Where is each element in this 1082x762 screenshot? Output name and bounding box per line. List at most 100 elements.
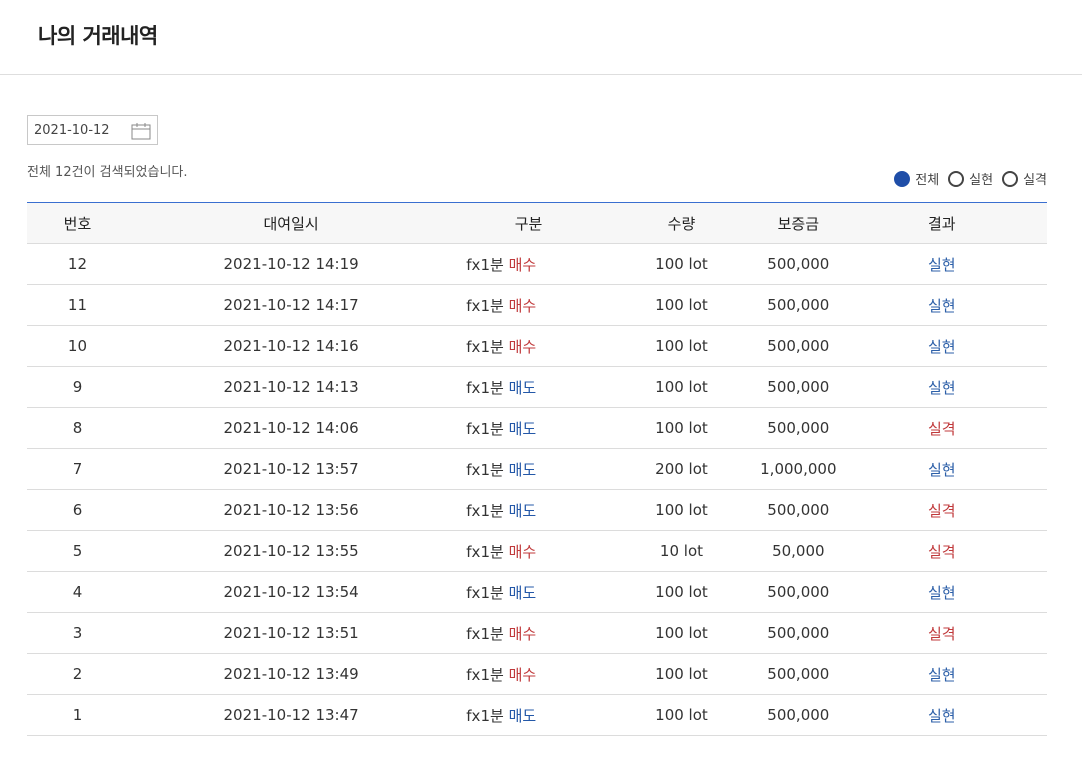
header-number: 번호: [27, 202, 128, 244]
row-quantity: 100 lot: [602, 407, 761, 449]
row-date: 2021-10-12 13:54: [127, 571, 455, 613]
trade-history-table: 번호 대여일시 구분 수량 보증금 결과 12 2021-10-12 14:19 f…: [27, 202, 1047, 736]
row-side: 매도: [508, 460, 537, 479]
row-number: 3: [27, 612, 128, 654]
row-date: 2021-10-12 14:16: [127, 325, 455, 367]
row-margin: 500,000: [760, 366, 837, 408]
row-date: 2021-10-12 13:49: [127, 653, 455, 695]
header-type: 구분: [454, 202, 603, 244]
row-side: 매수: [508, 255, 537, 274]
radio-failed-icon[interactable]: [1002, 170, 1019, 187]
row-side: 매수: [508, 542, 537, 561]
row-margin: 500,000: [760, 407, 837, 449]
row-type: fx1분 매수: [454, 243, 603, 285]
row-type: fx1분 매수: [454, 284, 603, 326]
row-result-text: 실현: [927, 337, 956, 356]
row-margin: 50,000: [760, 530, 837, 572]
row-date: 2021-10-12 13:57: [127, 448, 455, 490]
row-type-prefix: fx1분: [466, 583, 504, 602]
table-row: 8 2021-10-12 14:06 fx1분 매도 100 lot 500,000 실격: [27, 407, 1047, 449]
row-type: fx1분 매수: [454, 530, 603, 572]
row-margin: 500,000: [760, 694, 837, 736]
row-result: 실격: [836, 489, 1047, 531]
row-result: 실격: [836, 530, 1047, 572]
row-date: 2021-10-12 13:55: [127, 530, 455, 572]
row-number: 8: [27, 407, 128, 449]
row-type-prefix: fx1분: [466, 501, 504, 520]
search-result-count: 전체 12건이 검색되었습니다.: [27, 165, 188, 180]
header-quantity: 수량: [602, 202, 761, 244]
calendar-icon[interactable]: [131, 122, 151, 140]
row-date: 2021-10-12 14:19: [127, 243, 455, 285]
row-margin: 500,000: [760, 489, 837, 531]
row-result-text: 실현: [927, 255, 956, 274]
row-result: 실현: [836, 571, 1047, 613]
row-quantity: 100 lot: [602, 325, 761, 367]
table-row: 3 2021-10-12 13:51 fx1분 매수 100 lot 500,000 실격: [27, 612, 1047, 654]
row-side: 매도: [508, 419, 537, 438]
filter-failed-label: 실격: [1023, 173, 1047, 188]
row-type-prefix: fx1분: [466, 296, 504, 315]
filter-realized[interactable]: 실현: [948, 169, 993, 188]
row-quantity: 100 lot: [602, 571, 761, 613]
row-result-text: 실현: [927, 583, 956, 602]
row-type: fx1분 매도: [454, 694, 603, 736]
table-row: 5 2021-10-12 13:55 fx1분 매수 10 lot 50,000 실격: [27, 530, 1047, 572]
row-result-text: 실현: [927, 665, 956, 684]
result-filter-group: 전체 실현 실격: [885, 169, 1047, 188]
row-result-text: 실현: [927, 378, 956, 397]
row-result-text: 실격: [927, 542, 956, 561]
date-input[interactable]: [28, 116, 128, 144]
row-result-text: 실현: [927, 460, 956, 479]
row-date: 2021-10-12 13:56: [127, 489, 455, 531]
filter-realized-label: 실현: [969, 173, 994, 188]
table-row: 2 2021-10-12 13:49 fx1분 매수 100 lot 500,000 실현: [27, 653, 1047, 695]
row-type: fx1분 매도: [454, 366, 603, 408]
filter-all[interactable]: 전체: [894, 169, 939, 188]
row-number: 7: [27, 448, 128, 490]
row-result: 실현: [836, 653, 1047, 695]
filter-failed[interactable]: 실격: [1002, 169, 1047, 188]
page-header: 나의 거래내역: [0, 0, 1082, 75]
row-side: 매수: [508, 665, 537, 684]
date-picker[interactable]: [27, 115, 158, 145]
row-margin: 500,000: [760, 612, 837, 654]
row-result: 실현: [836, 325, 1047, 367]
row-number: 1: [27, 694, 128, 736]
row-quantity: 100 lot: [602, 612, 761, 654]
row-type: fx1분 매수: [454, 612, 603, 654]
radio-all-icon[interactable]: [894, 170, 911, 187]
row-type: fx1분 매도: [454, 407, 603, 449]
row-side: 매수: [508, 624, 537, 643]
row-side: 매도: [508, 501, 537, 520]
row-type-prefix: fx1분: [466, 665, 504, 684]
row-result: 실격: [836, 612, 1047, 654]
row-date: 2021-10-12 14:06: [127, 407, 455, 449]
table-row: 7 2021-10-12 13:57 fx1분 매도 200 lot 1,000,000…: [27, 448, 1047, 490]
row-quantity: 100 lot: [602, 489, 761, 531]
row-side: 매도: [508, 583, 537, 602]
row-quantity: 100 lot: [602, 243, 761, 285]
row-result: 실현: [836, 243, 1047, 285]
row-result-text: 실현: [927, 706, 956, 725]
row-number: 11: [27, 284, 128, 326]
row-result-text: 실현: [927, 296, 956, 315]
table-header-row: 번호 대여일시 구분 수량 보증금 결과: [27, 202, 1047, 244]
row-side: 매도: [508, 706, 537, 725]
table-row: 9 2021-10-12 14:13 fx1분 매도 100 lot 500,000 실현: [27, 366, 1047, 408]
row-quantity: 100 lot: [602, 284, 761, 326]
header-result: 결과: [836, 202, 1047, 244]
table-row: 6 2021-10-12 13:56 fx1분 매도 100 lot 500,000 실격: [27, 489, 1047, 531]
row-type-prefix: fx1분: [466, 378, 504, 397]
row-type-prefix: fx1분: [466, 706, 504, 725]
table-row: 4 2021-10-12 13:54 fx1분 매도 100 lot 500,000 실현: [27, 571, 1047, 613]
row-type-prefix: fx1분: [466, 542, 504, 561]
row-side: 매수: [508, 296, 537, 315]
row-type: fx1분 매수: [454, 653, 603, 695]
row-quantity: 100 lot: [602, 694, 761, 736]
row-margin: 500,000: [760, 653, 837, 695]
row-type: fx1분 매도: [454, 448, 603, 490]
radio-realized-icon[interactable]: [948, 170, 965, 187]
row-date: 2021-10-12 13:51: [127, 612, 455, 654]
row-result-text: 실격: [927, 419, 956, 438]
